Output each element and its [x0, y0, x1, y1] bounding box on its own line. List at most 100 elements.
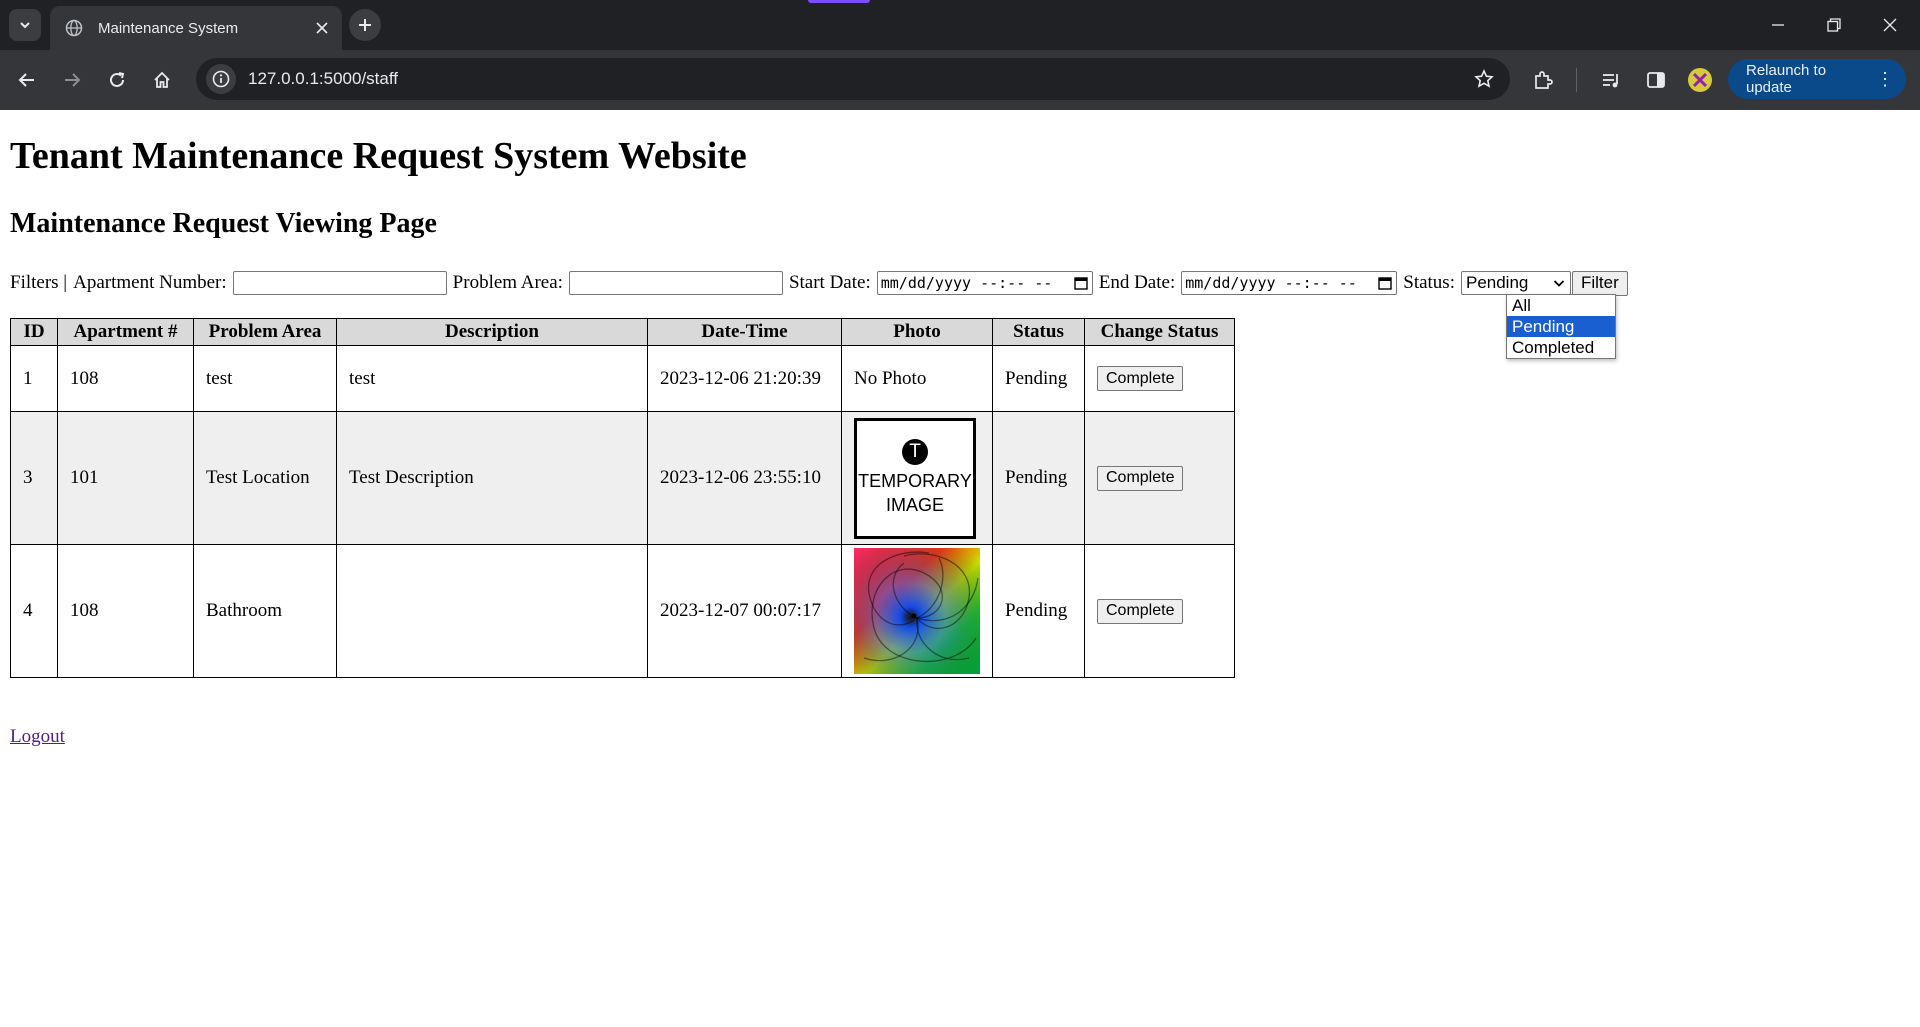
more-vertical-icon: ⋮ [1876, 68, 1894, 89]
browser-tab[interactable]: Maintenance System [50, 6, 342, 50]
status-select[interactable]: Pending [1460, 271, 1571, 295]
chevron-down-icon [1553, 280, 1565, 287]
cell-datetime: 2023-12-06 21:20:39 [647, 345, 842, 412]
problem-area-input[interactable] [568, 271, 783, 295]
cell-datetime: 2023-12-06 23:55:10 [647, 411, 842, 545]
end-date-label: End Date: [1098, 272, 1176, 293]
chevron-down-icon [20, 22, 30, 29]
browser-chrome: Maintenance System 127.0.0.1:5000/staff … [0, 0, 1920, 110]
end-date-placeholder: mm/dd/yyyy --:-- -- [1185, 274, 1357, 292]
toolbar-divider [1576, 68, 1577, 92]
header-photo: Photo [841, 318, 993, 346]
cell-datetime: 2023-12-07 00:07:17 [647, 544, 842, 678]
side-panel-icon[interactable] [1642, 66, 1670, 94]
close-window-button[interactable] [1862, 0, 1918, 50]
page-title: Tenant Maintenance Request System Websit… [10, 135, 747, 177]
header-apartment: Apartment # [57, 318, 194, 346]
cell-apartment: 108 [57, 345, 194, 412]
start-date-label: Start Date: [788, 272, 871, 293]
filter-button[interactable]: Filter [1571, 270, 1628, 296]
header-id: ID [10, 318, 58, 346]
new-tab-button[interactable] [349, 9, 381, 41]
tab-search-button[interactable] [9, 9, 41, 41]
start-date-placeholder: mm/dd/yyyy --:-- -- [880, 274, 1053, 292]
cell-description [336, 544, 648, 678]
profile-avatar-icon[interactable] [1688, 68, 1712, 92]
table-header-row: ID Apartment # Problem Area Description … [10, 318, 1235, 346]
apartment-label: Apartment Number: [73, 272, 227, 293]
extensions-puzzle-icon[interactable] [1529, 66, 1557, 94]
forward-button[interactable] [55, 63, 89, 97]
cell-id: 4 [10, 544, 58, 678]
complete-button[interactable]: Complete [1097, 598, 1184, 624]
address-bar[interactable]: 127.0.0.1:5000/staff [196, 58, 1510, 100]
filter-bar: Filters | Apartment Number: Problem Area… [10, 268, 1628, 298]
cell-change-status: Complete [1084, 411, 1235, 545]
info-icon[interactable] [206, 64, 236, 94]
tab-strip: Maintenance System [0, 0, 1920, 50]
page-content: Tenant Maintenance Request System Websit… [0, 110, 1920, 1027]
table-row: 4 108 Bathroom 2023-12-07 00:07:17 Pendi… [10, 544, 1235, 678]
reload-button[interactable] [100, 63, 134, 97]
start-date-input[interactable]: mm/dd/yyyy --:-- -- [876, 271, 1093, 295]
globe-icon [64, 18, 84, 38]
plus-icon [359, 19, 371, 31]
header-datetime: Date-Time [647, 318, 842, 346]
home-button[interactable] [145, 63, 179, 97]
cell-status: Pending [992, 411, 1085, 545]
temporary-image-line1: TEMPORARY [858, 470, 972, 491]
browser-toolbar: 127.0.0.1:5000/staff Relaunch to update … [0, 50, 1920, 110]
arrow-left-icon [18, 73, 34, 87]
cell-photo: T TEMPORARY IMAGE [841, 411, 993, 545]
complete-button[interactable]: Complete [1097, 465, 1184, 491]
reload-icon [110, 72, 125, 87]
header-status: Status [992, 318, 1085, 346]
status-option-all[interactable]: All [1507, 295, 1615, 316]
arrow-right-icon [65, 73, 81, 87]
swirl-image [854, 548, 980, 674]
temporary-image-line2: IMAGE [885, 495, 944, 515]
bookmark-star-icon[interactable] [1472, 67, 1496, 91]
cell-photo [841, 544, 993, 678]
cell-id: 1 [10, 345, 58, 412]
url-text: 127.0.0.1:5000/staff [248, 69, 398, 88]
table-row: 3 101 Test Location Test Description 202… [10, 411, 1235, 545]
cell-problem-area: Test Location [193, 411, 337, 545]
cell-description: Test Description [336, 411, 648, 545]
status-option-pending[interactable]: Pending [1507, 316, 1615, 337]
cell-status: Pending [992, 544, 1085, 678]
calendar-icon[interactable] [1074, 276, 1088, 290]
temporary-image-letter: T [902, 438, 928, 465]
header-change-status: Change Status [1084, 318, 1235, 346]
restore-icon [1827, 18, 1841, 32]
filters-label: Filters | [10, 272, 68, 293]
cell-status: Pending [992, 345, 1085, 412]
minimize-icon [1772, 24, 1784, 26]
minimize-button[interactable] [1750, 0, 1806, 50]
media-controls-icon[interactable] [1597, 66, 1625, 94]
relaunch-label: Relaunch to update [1746, 62, 1827, 96]
restore-button[interactable] [1806, 0, 1862, 50]
header-description: Description [336, 318, 648, 346]
calendar-icon[interactable] [1378, 276, 1392, 290]
status-selected-value: Pending [1465, 273, 1529, 292]
close-icon [1883, 18, 1897, 32]
requests-table: ID Apartment # Problem Area Description … [10, 318, 1235, 678]
cell-apartment: 108 [57, 544, 194, 678]
back-button[interactable] [10, 63, 44, 97]
cell-problem-area: test [193, 345, 337, 412]
cell-change-status: Complete [1084, 345, 1235, 412]
relaunch-button[interactable]: Relaunch to update ⋮ [1728, 59, 1906, 99]
cell-description: test [336, 345, 648, 412]
complete-button[interactable]: Complete [1097, 366, 1184, 391]
status-option-completed[interactable]: Completed [1507, 337, 1615, 358]
cell-apartment: 101 [57, 411, 194, 545]
tab-title: Maintenance System [98, 19, 239, 37]
apartment-input[interactable] [232, 271, 447, 295]
table-row: 1 108 test test 2023-12-06 21:20:39 No P… [10, 345, 1235, 412]
problem-area-label: Problem Area: [452, 272, 563, 293]
end-date-input[interactable]: mm/dd/yyyy --:-- -- [1181, 271, 1398, 295]
cell-change-status: Complete [1084, 544, 1235, 678]
logout-link[interactable]: Logout [10, 726, 65, 748]
tab-close-icon[interactable] [308, 14, 336, 42]
